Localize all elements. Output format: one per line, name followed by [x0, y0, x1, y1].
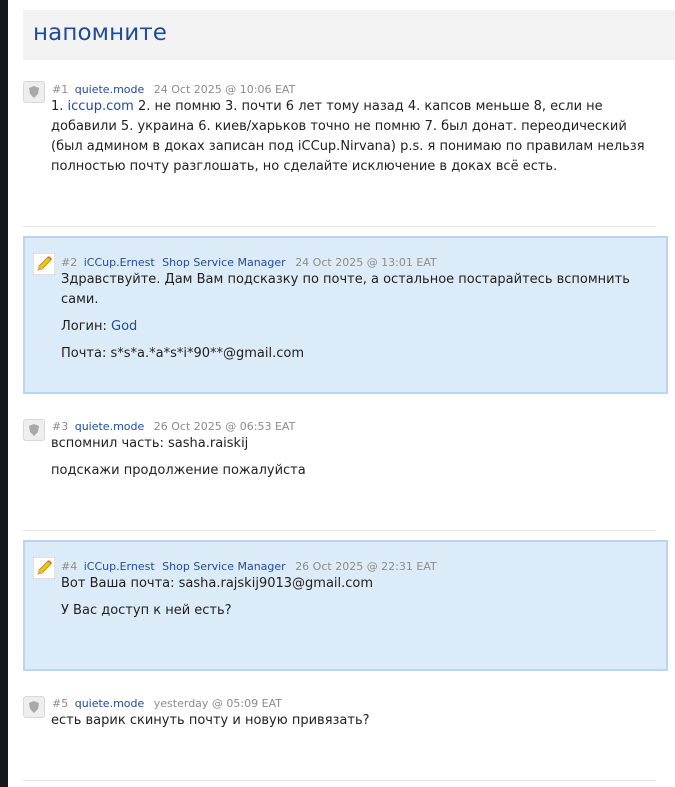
shield-icon	[29, 424, 39, 436]
login-label: Логин:	[61, 319, 112, 334]
post-line: Логин: God	[61, 317, 661, 337]
author-link[interactable]: quiete.mode	[75, 697, 145, 710]
post-body: вспомнил часть: sasha.raiskij подскажи п…	[51, 434, 651, 488]
post-number[interactable]: #2	[61, 256, 77, 269]
post-number[interactable]: #3	[52, 420, 68, 433]
author-link[interactable]: quiete.mode	[75, 420, 145, 433]
post-link[interactable]: iccup.com	[68, 99, 134, 114]
post-meta: #5 quiete.mode yesterday @ 05:09 EAT	[52, 697, 282, 710]
pencil-icon	[33, 253, 55, 275]
author-role: Shop Service Manager	[162, 256, 286, 269]
author-link[interactable]: iCCup.Ernest	[84, 560, 155, 573]
post-meta: #1 quiete.mode 24 Oct 2025 @ 10:06 EAT	[52, 83, 295, 96]
thread-header: напомните	[23, 10, 675, 60]
post-number[interactable]: #1	[52, 83, 68, 96]
post-line: У Вас доступ к ней есть?	[61, 603, 232, 618]
post-line: подскажи продолжение пожалуйста	[51, 463, 306, 478]
post-text-rest: 2. не помню 3. почти 6 лет тому назад 4.…	[51, 99, 645, 174]
post-number[interactable]: #5	[52, 697, 68, 710]
post-divider	[23, 226, 656, 227]
post-meta: #4 iCCup.Ernest Shop Service Manager 26 …	[61, 560, 437, 573]
author-link[interactable]: iCCup.Ernest	[84, 256, 155, 269]
user-avatar[interactable]	[23, 419, 45, 441]
post-line: вспомнил часть: sasha.raiskij	[51, 436, 249, 451]
post-body: Вот Ваша почта: sasha.rajskij9013@gmail.…	[61, 574, 661, 628]
user-avatar[interactable]	[23, 696, 45, 718]
post-3: #3 quiete.mode 26 Oct 2025 @ 06:53 EAT в…	[23, 418, 668, 530]
post-2: #2 iCCup.Ernest Shop Service Manager 24 …	[23, 236, 668, 394]
shield-icon	[29, 86, 39, 98]
shield-icon	[29, 701, 39, 713]
post-date: 26 Oct 2025 @ 06:53 EAT	[153, 420, 296, 433]
post-line: есть варик скинуть почту и новую привяза…	[51, 713, 370, 728]
user-avatar[interactable]	[23, 81, 45, 103]
pencil-icon	[33, 557, 55, 579]
thread-title: напомните	[33, 20, 168, 46]
post-body: 1. iccup.com 2. не помню 3. почти 6 лет …	[51, 97, 651, 177]
post-meta: #3 quiete.mode 26 Oct 2025 @ 06:53 EAT	[52, 420, 295, 433]
post-number[interactable]: #4	[61, 560, 77, 573]
post-line: Здравствуйте. Дам Вам подсказку по почте…	[61, 272, 630, 307]
post-meta: #2 iCCup.Ernest Shop Service Manager 24 …	[61, 256, 437, 269]
post-line: Вот Ваша почта: sasha.rajskij9013@gmail.…	[61, 576, 374, 591]
post-line: Почта: s*s*a.*a*s*i*90**@gmail.com	[61, 346, 305, 361]
author-role: Shop Service Manager	[162, 560, 286, 573]
post-4: #4 iCCup.Ernest Shop Service Manager 26 …	[23, 540, 668, 671]
post-body: Здравствуйте. Дам Вам подсказку по почте…	[61, 270, 661, 371]
post-text-start: 1.	[51, 99, 68, 114]
post-date: 24 Oct 2025 @ 10:06 EAT	[153, 83, 296, 96]
post-divider	[23, 780, 656, 781]
author-link[interactable]: quiete.mode	[75, 83, 145, 96]
post-1: #1 quiete.mode 24 Oct 2025 @ 10:06 EAT 1…	[23, 80, 668, 226]
post-5: #5 quiete.mode yesterday @ 05:09 EAT ест…	[23, 695, 668, 780]
post-date: yesterday @ 05:09 EAT	[153, 697, 282, 710]
post-date: 24 Oct 2025 @ 13:01 EAT	[295, 256, 437, 269]
forum-page: напомните #1 quiete.mode 24 Oct 2025 @ 1…	[8, 0, 675, 787]
login-link[interactable]: God	[111, 319, 137, 334]
post-body: есть варик скинуть почту и новую привяза…	[51, 711, 651, 738]
post-date: 26 Oct 2025 @ 22:31 EAT	[295, 560, 437, 573]
post-divider	[23, 530, 656, 531]
